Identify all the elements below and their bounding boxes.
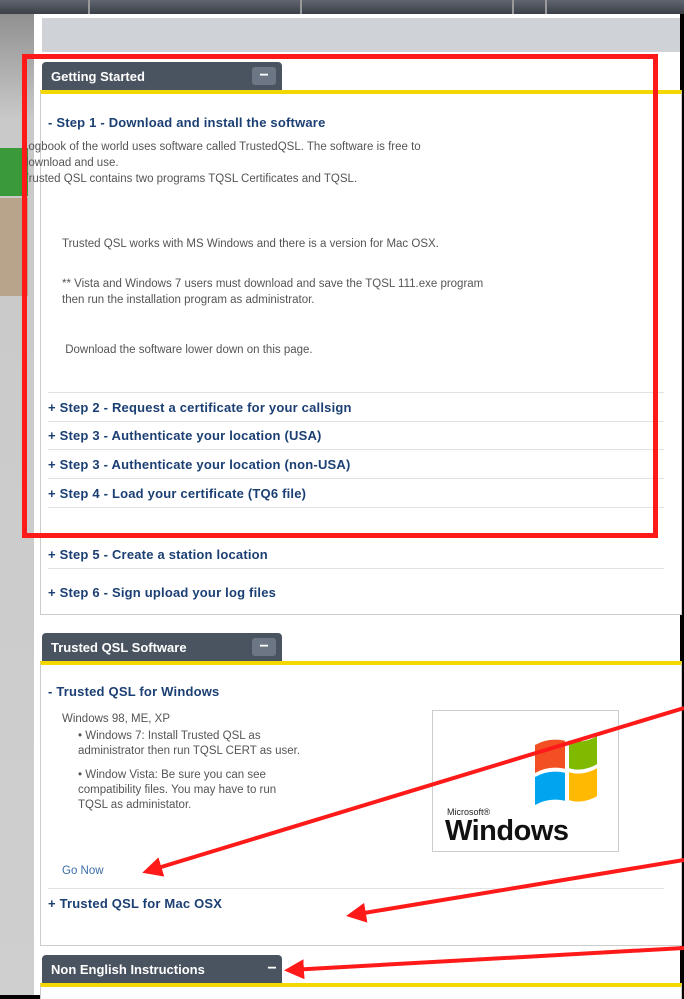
arrow-to-go-now: [142, 706, 684, 877]
arrow-to-mac-osx: [346, 858, 684, 923]
arrow-to-non-english: [284, 946, 684, 980]
annotation-arrows: [142, 706, 684, 980]
